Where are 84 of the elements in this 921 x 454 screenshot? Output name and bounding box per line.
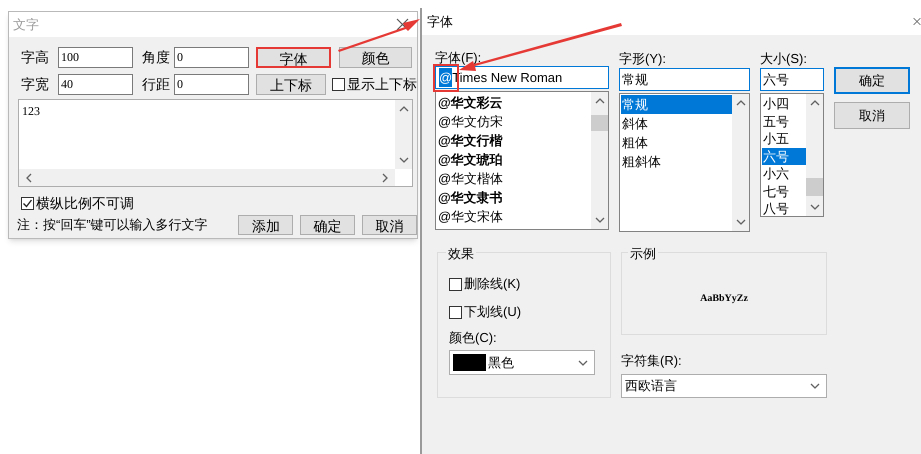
list-item[interactable]: @华文宋体 xyxy=(437,207,591,226)
input-field[interactable]: 0 xyxy=(174,74,249,95)
checkbox[interactable] xyxy=(332,78,345,91)
field-label: 颜色(C): xyxy=(449,330,498,346)
list-item[interactable]: 六号 xyxy=(762,148,806,165)
field-label: 角度 xyxy=(142,48,171,67)
list-item[interactable]: 小五 xyxy=(762,130,806,148)
close-button[interactable] xyxy=(913,15,921,28)
input-field[interactable]: 40 xyxy=(58,74,133,95)
scroll-bar[interactable] xyxy=(19,169,395,186)
chevron-down-icon xyxy=(810,382,820,390)
checkbox[interactable] xyxy=(449,306,462,318)
scroll-bar[interactable] xyxy=(732,94,749,231)
field-label: 字符集(R): xyxy=(621,353,683,369)
list-item[interactable]: @华文仿宋 xyxy=(437,112,591,131)
scroll-bar[interactable] xyxy=(395,100,412,169)
scroll-bar[interactable] xyxy=(591,92,608,229)
close-icon xyxy=(913,15,921,28)
scroll-up-icon xyxy=(736,99,746,107)
dropdown-value: 黑色 xyxy=(488,354,515,372)
list-item[interactable]: 八号 xyxy=(762,200,806,216)
dialog-button[interactable]: 上下标 xyxy=(256,74,326,95)
checkbox-label: 横纵比例不可调 xyxy=(36,194,134,213)
scroll-thumb[interactable] xyxy=(806,178,823,196)
scroll-right-icon xyxy=(381,172,389,182)
scroll-up-icon xyxy=(398,105,408,113)
input-field[interactable]: 0 xyxy=(174,47,249,68)
list-item[interactable]: @华文隶书 xyxy=(437,188,591,207)
field-label: 行距 xyxy=(142,75,171,94)
dialog-button[interactable]: 添加 xyxy=(238,215,294,235)
scroll-left-icon xyxy=(25,172,33,182)
list-item[interactable]: 常规 xyxy=(621,95,732,114)
list-item[interactable]: @华文行楷 xyxy=(437,131,591,150)
list-item[interactable]: 粗体 xyxy=(621,133,732,152)
dialog-button[interactable]: 确定 xyxy=(834,67,910,94)
list-item[interactable]: 七号 xyxy=(762,182,806,200)
scroll-down-icon xyxy=(810,203,820,211)
list-item[interactable]: 斜体 xyxy=(621,114,732,133)
checkbox[interactable] xyxy=(21,197,34,210)
dialog-button[interactable]: 颜色 xyxy=(339,47,412,68)
list-item[interactable]: 小六 xyxy=(762,165,806,182)
dialog-button[interactable]: 字体 xyxy=(256,47,331,68)
scroll-down-icon xyxy=(594,216,604,224)
checkbox-label: 下划线(U) xyxy=(464,303,522,322)
dialog-button[interactable]: 确定 xyxy=(300,215,356,235)
close-icon xyxy=(396,18,409,31)
chevron-down-icon xyxy=(578,358,588,366)
field-label: 字体(F): xyxy=(435,50,482,65)
scroll-up-icon xyxy=(594,97,604,105)
list-item[interactable]: 五号 xyxy=(762,112,806,130)
scroll-bar[interactable] xyxy=(806,94,823,216)
scroll-thumb[interactable] xyxy=(591,115,608,131)
checkbox[interactable] xyxy=(449,278,462,290)
scroll-up-icon xyxy=(810,99,820,107)
checkbox-label: 显示上下标 xyxy=(347,75,417,94)
field-label: 大小(S): xyxy=(760,51,808,67)
input-field[interactable]: 常规 xyxy=(619,68,750,91)
window-title: 字体 xyxy=(427,12,453,31)
dropdown-value: 西欧语言 xyxy=(625,377,678,396)
list-item[interactable]: @华文彩云 xyxy=(437,93,591,112)
field-label: 字宽 xyxy=(21,75,50,94)
list-item[interactable]: @华文楷体 xyxy=(437,169,591,188)
charset-dropdown[interactable]: 西欧语言 xyxy=(621,374,827,398)
scroll-down-icon xyxy=(398,156,408,164)
input-field[interactable]: 100 xyxy=(58,47,133,68)
list-item[interactable]: 小四 xyxy=(762,95,806,112)
checkbox-label: 删除线(K) xyxy=(464,275,520,294)
close-button[interactable] xyxy=(396,18,409,31)
selected-text: @ xyxy=(439,68,452,88)
list-item[interactable]: 粗斜体 xyxy=(621,152,732,171)
sample-text: AaBbYyZz xyxy=(700,292,748,306)
note-text: 注：按“回车”键可以输入多行文字 xyxy=(17,216,209,234)
field-label: 字高 xyxy=(21,48,50,67)
input-field[interactable]: 六号 xyxy=(760,68,824,91)
text-area-value: 123 xyxy=(21,103,41,120)
list-item[interactable]: @华文琥珀 xyxy=(437,150,591,169)
color-dropdown[interactable]: 黑色 xyxy=(449,350,595,375)
scroll-down-icon xyxy=(736,218,746,226)
dialog-button[interactable]: 取消 xyxy=(362,215,417,235)
text-area[interactable]: 123 xyxy=(18,99,413,187)
dialog-button[interactable]: 取消 xyxy=(834,102,910,129)
color-swatch xyxy=(453,354,486,371)
field-label: 字形(Y): xyxy=(619,51,667,67)
window-title: 文字 xyxy=(13,16,39,34)
